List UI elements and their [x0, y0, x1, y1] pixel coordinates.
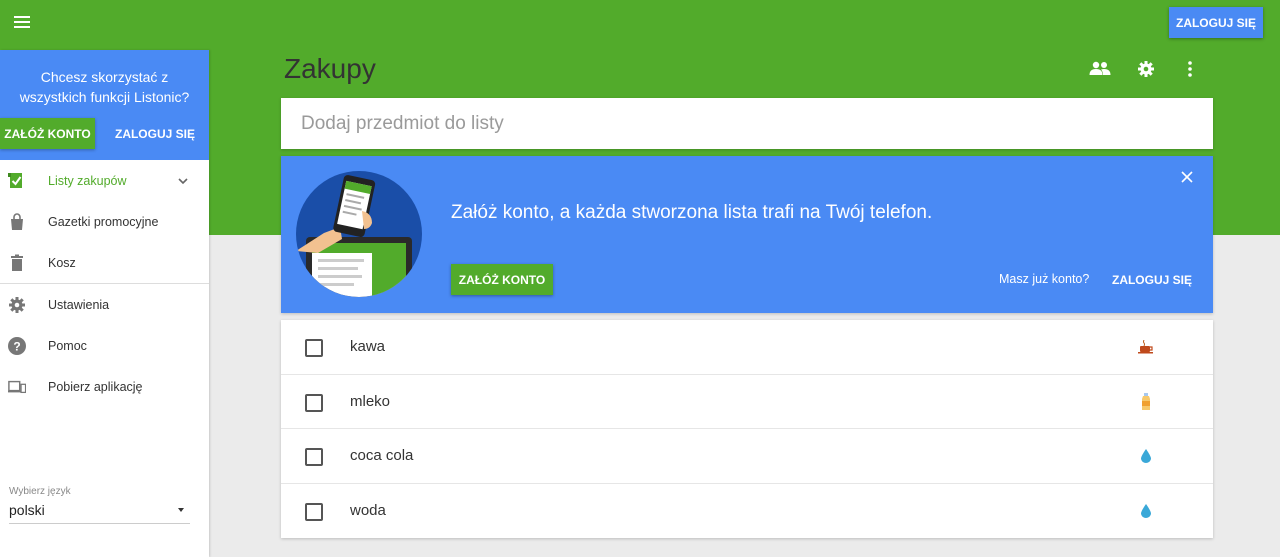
item-name[interactable]: coca cola — [350, 447, 413, 464]
sidebar-item-shopping-lists[interactable]: Listy zakupów — [0, 160, 209, 201]
sidebar-item-promo-flyers[interactable]: Gazetki promocyjne — [0, 201, 209, 242]
trash-icon — [8, 254, 26, 272]
shopping-bag-icon — [8, 213, 26, 231]
sidebar-item-settings[interactable]: Ustawienia — [0, 284, 209, 325]
language-picker: Wybierz język polski — [9, 486, 190, 524]
promo-text: Chcesz skorzystać z wszystkich funkcji L… — [19, 69, 190, 105]
have-account-text: Masz już konto? — [999, 272, 1090, 286]
milk-icon — [1138, 392, 1154, 411]
language-value: polski — [9, 502, 45, 518]
sidebar-item-get-app[interactable]: Pobierz aplikację — [0, 366, 209, 407]
page-title: Zakupy — [284, 53, 376, 84]
chevron-down-icon[interactable] — [177, 174, 189, 192]
item-name[interactable]: mleko — [350, 393, 390, 410]
sidebar-item-label: Pobierz aplikację — [48, 379, 143, 394]
phone-tablet-illustration — [296, 171, 422, 297]
help-icon: ? — [8, 337, 26, 355]
gear-icon — [8, 296, 26, 314]
sidebar-item-label: Kosz — [48, 255, 76, 270]
signup-banner: Załóż konto, a każda stworzona lista tra… — [281, 156, 1213, 313]
item-name[interactable]: woda — [350, 502, 386, 519]
item-checkbox[interactable] — [305, 502, 323, 521]
drop-icon — [1138, 502, 1154, 520]
item-name[interactable]: kawa — [350, 338, 385, 355]
item-checkbox[interactable] — [305, 339, 323, 357]
people-icon[interactable] — [1089, 58, 1111, 80]
coffee-icon — [1138, 338, 1154, 356]
hamburger-icon[interactable] — [8, 8, 36, 36]
sidebar-login-button[interactable]: ZALOGUJ SIĘ — [108, 118, 202, 149]
list-item: woda — [281, 484, 1213, 539]
list-item: mleko — [281, 375, 1213, 429]
sidebar-item-label: Ustawienia — [48, 297, 110, 312]
item-checkbox[interactable] — [305, 448, 323, 466]
item-checkbox[interactable] — [305, 393, 323, 412]
banner-create-account-button[interactable]: ZAŁÓŻ KONTO — [451, 264, 553, 295]
language-select[interactable]: polski — [9, 502, 190, 524]
sidebar-item-label: Gazetki promocyjne — [48, 214, 159, 229]
list-item: kawa — [281, 320, 1213, 375]
sidebar-item-help[interactable]: ? Pomoc — [0, 325, 209, 366]
banner-login-button[interactable]: ZALOGUJ SIĘ — [1107, 264, 1197, 295]
devices-icon — [8, 378, 26, 396]
caret-down-icon — [178, 508, 184, 512]
more-vert-icon[interactable] — [1179, 58, 1201, 80]
language-label: Wybierz język — [9, 486, 71, 497]
shopping-list-icon — [8, 172, 26, 190]
gear-icon[interactable] — [1135, 58, 1157, 80]
sidebar-item-trash[interactable]: Kosz — [0, 242, 209, 283]
svg-text:?: ? — [13, 340, 20, 354]
list-item: coca cola — [281, 429, 1213, 484]
sidebar-nav: Listy zakupów Gazetki promocyjne Kosz — [0, 160, 209, 283]
sidebar-nav-secondary: Ustawienia ? Pomoc Pobierz aplikację — [0, 284, 209, 407]
drop-icon — [1138, 447, 1154, 465]
add-item-input[interactable] — [281, 98, 1213, 149]
header-login-button[interactable]: ZALOGUJ SIĘ — [1169, 7, 1263, 38]
sidebar-create-account-button[interactable]: ZAŁÓŻ KONTO — [0, 118, 95, 149]
signup-promo: Chcesz skorzystać z wszystkich funkcji L… — [0, 50, 209, 160]
shopping-list: kawa mleko coca cola woda — [281, 320, 1213, 538]
banner-message: Załóż konto, a każda stworzona lista tra… — [451, 202, 933, 223]
sidebar-item-label: Pomoc — [48, 338, 87, 353]
close-icon[interactable] — [1178, 168, 1196, 186]
sidebar-item-label: Listy zakupów — [48, 173, 127, 188]
navigation-drawer: Chcesz skorzystać z wszystkich funkcji L… — [0, 50, 209, 557]
